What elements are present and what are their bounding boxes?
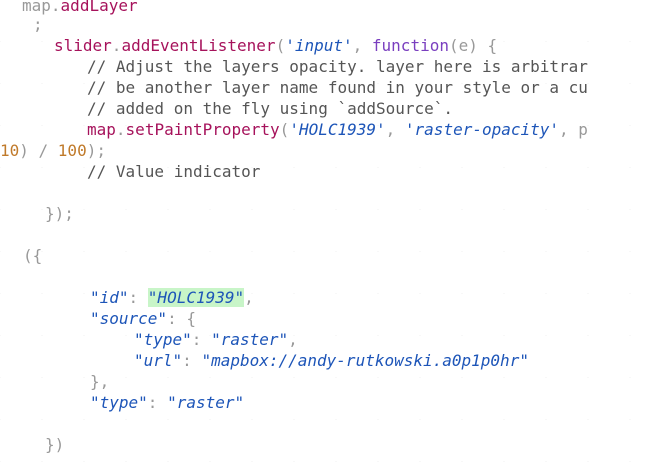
json-key: "url": [134, 351, 183, 370]
code-token: slider: [54, 36, 112, 55]
code-line: 10) / 100);: [0, 140, 106, 161]
code-token: .: [50, 0, 61, 15]
code-token: 'raster-opacity': [404, 120, 560, 139]
code-comment: // be another layer name found in your s…: [87, 78, 588, 97]
code-comment: // Adjust the layers opacity. layer here…: [87, 57, 588, 76]
json-value: "mapbox://andy-rutkowski.a0p1p0hr": [201, 351, 529, 370]
json-key: "id": [90, 288, 129, 307]
code-token: , p: [559, 120, 588, 139]
json-value: "raster": [211, 330, 289, 349]
json-value: "raster": [167, 393, 245, 412]
code-line: ;: [33, 14, 43, 35]
code-token: :: [182, 351, 202, 370]
code-line: "source": {: [90, 308, 196, 329]
code-line: "type": "raster": [90, 392, 244, 413]
code-line: slider.addEventListener('input', functio…: [54, 35, 497, 56]
code-token: :: [191, 330, 212, 349]
code-line: "type": "raster",: [134, 329, 298, 350]
code-token: (: [279, 120, 290, 139]
json-key: "type": [134, 330, 192, 349]
code-line: });: [45, 204, 74, 223]
code-token: 10: [0, 141, 20, 160]
code-line: ({: [23, 246, 43, 265]
code-line: },: [90, 372, 110, 391]
code-token: );: [86, 141, 106, 160]
code-editor[interactable]: map.addLayer ; slider.addEventListener('…: [0, 0, 649, 470]
code-token: (e) {: [448, 36, 498, 55]
code-line: "url": "mapbox://andy-rutkowski.a0p1p0hr…: [134, 350, 529, 371]
code-token: ,: [244, 288, 254, 307]
code-token: ,: [288, 330, 298, 349]
code-token: .: [111, 36, 122, 55]
code-token: .: [115, 120, 126, 139]
json-key: "source": [90, 309, 168, 328]
code-token: :: [147, 393, 168, 412]
code-token: ,: [352, 36, 372, 55]
code-token: ,: [385, 120, 405, 139]
code-token: 100: [57, 141, 87, 160]
code-token: map: [22, 0, 51, 15]
code-line: map.setPaintProperty('HOLC1939', 'raster…: [87, 119, 588, 140]
code-token: map: [87, 120, 116, 139]
code-token: addLayer: [60, 0, 138, 15]
code-token: : {: [167, 309, 196, 328]
json-value-highlighted: "HOLC1939": [147, 288, 245, 307]
code-token: setPaintProperty: [125, 120, 280, 139]
code-token: 'HOLC1939': [289, 120, 386, 139]
code-token: 'input': [285, 36, 353, 55]
code-comment: // added on the fly using `addSource`.: [87, 99, 454, 118]
code-line: }): [45, 435, 65, 454]
code-token: (: [275, 36, 286, 55]
json-key: "type": [90, 393, 148, 412]
code-token: addEventListener: [121, 36, 276, 55]
code-line: "id": "HOLC1939",: [90, 287, 254, 308]
code-token: ) /: [19, 141, 58, 160]
code-token: ;: [33, 15, 43, 34]
code-token: :: [128, 288, 148, 307]
code-comment: // Value indicator: [87, 162, 261, 181]
code-token: function: [371, 36, 449, 55]
